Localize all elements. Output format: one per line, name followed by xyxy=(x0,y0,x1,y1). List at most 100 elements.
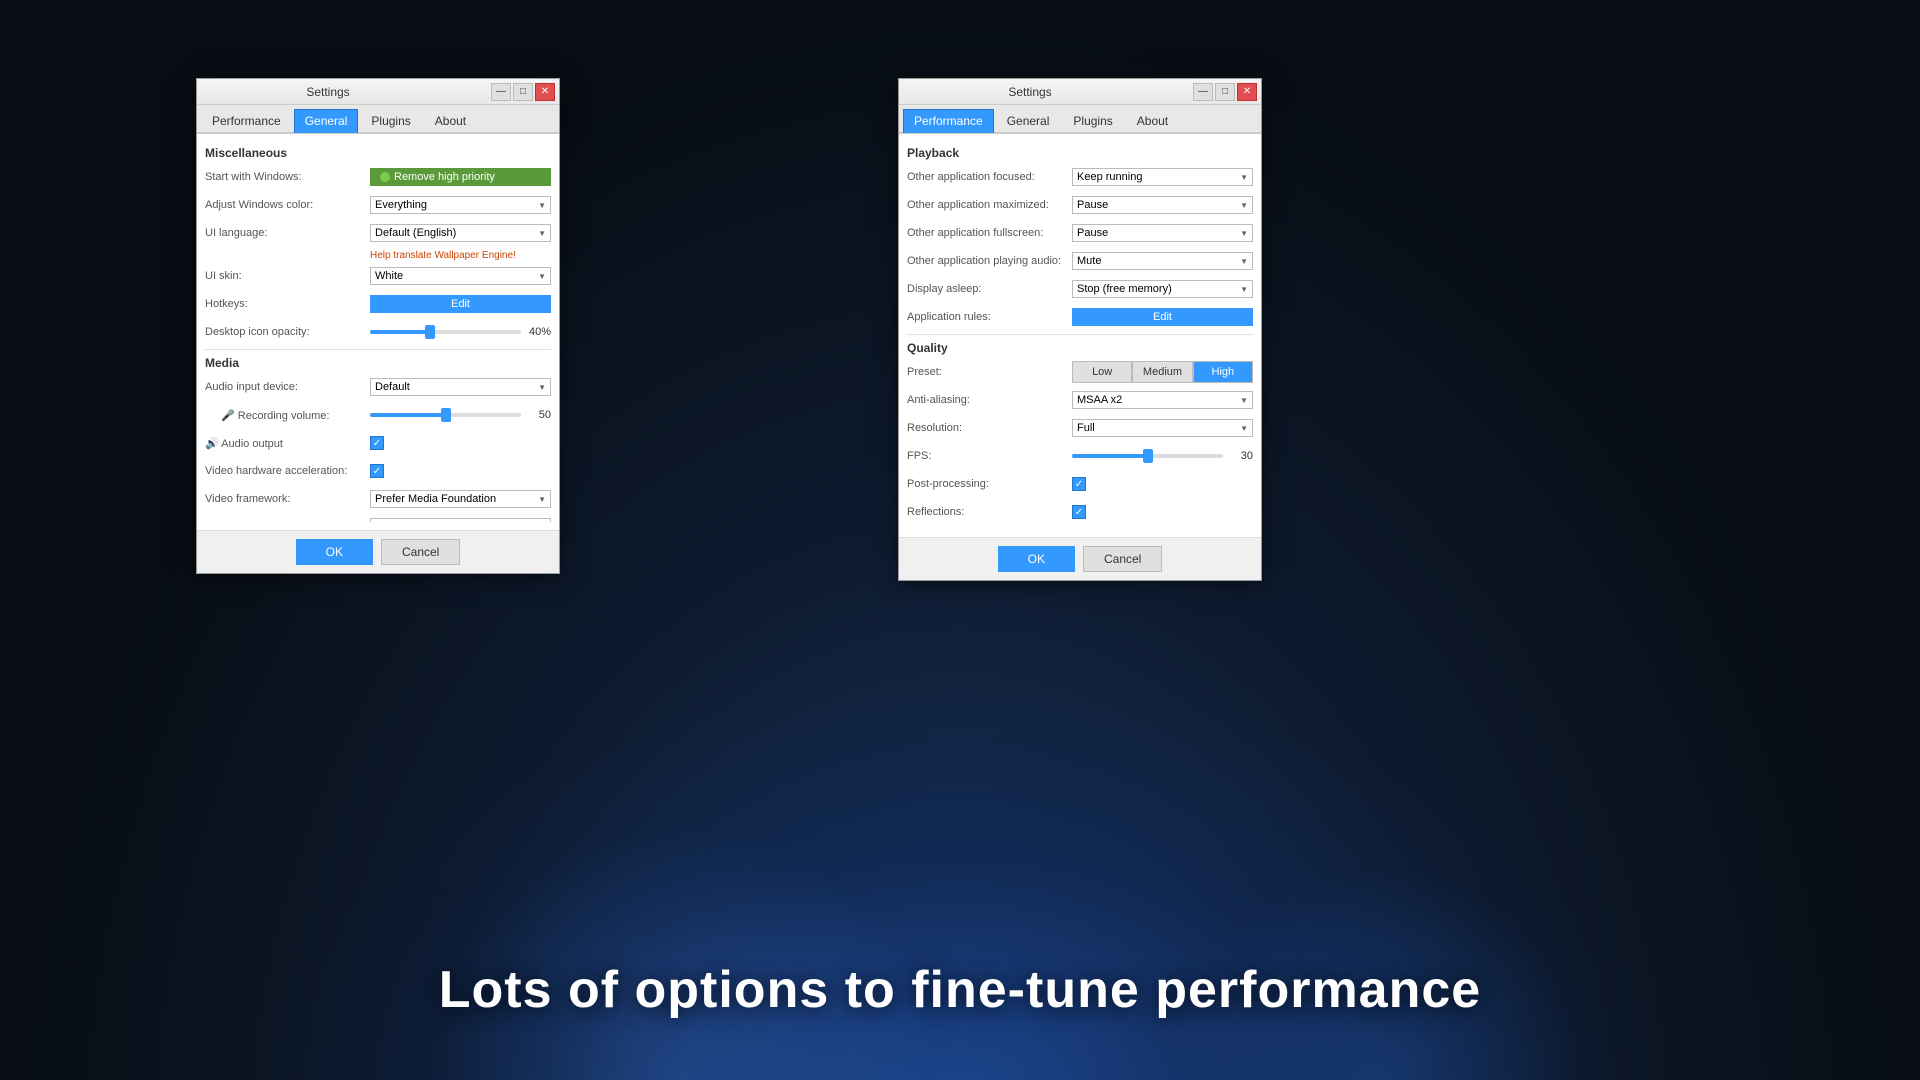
tabs-right: Performance General Plugins About xyxy=(899,105,1261,133)
video-framework-dropdown[interactable]: Prefer Media Foundation ▼ xyxy=(370,490,551,508)
row-preset: Preset: Low Medium High xyxy=(907,361,1253,383)
label-preset: Preset: xyxy=(907,366,1072,378)
preset-button-group: Low Medium High xyxy=(1072,361,1253,383)
row-other-audio: Other application playing audio: Mute ▼ xyxy=(907,250,1253,272)
audio-input-arrow-icon: ▼ xyxy=(538,383,546,392)
other-focused-arrow-icon: ▼ xyxy=(1240,173,1248,182)
ui-language-dropdown[interactable]: Default (English) ▼ xyxy=(370,224,551,242)
row-desktop-opacity: Desktop icon opacity: 40% xyxy=(205,321,551,343)
minimize-button-right[interactable]: — xyxy=(1193,83,1213,101)
cancel-button-left[interactable]: Cancel xyxy=(381,539,460,565)
cancel-button-right[interactable]: Cancel xyxy=(1083,546,1162,572)
other-fullscreen-value: Pause xyxy=(1077,227,1108,239)
tab-performance-right[interactable]: Performance xyxy=(903,109,994,133)
label-other-fullscreen: Other application fullscreen: xyxy=(907,227,1072,239)
close-button-right[interactable]: ✕ xyxy=(1237,83,1257,101)
other-audio-value: Mute xyxy=(1077,255,1101,267)
row-other-fullscreen: Other application fullscreen: Pause ▼ xyxy=(907,222,1253,244)
row-anti-aliasing: Anti-aliasing: MSAA x2 ▼ xyxy=(907,389,1253,411)
scroll-area-left: Miscellaneous Start with Windows: Remove… xyxy=(205,142,551,522)
desktop-opacity-thumb[interactable] xyxy=(425,325,435,339)
row-app-rules: Application rules: Edit xyxy=(907,306,1253,328)
tab-general-right[interactable]: General xyxy=(996,109,1061,132)
resolution-dropdown[interactable]: Full ▼ xyxy=(1072,419,1253,437)
tab-about-right[interactable]: About xyxy=(1126,109,1179,132)
row-audio-output: 🔊 Audio output ✓ xyxy=(205,432,551,454)
label-audio-input: Audio input device: xyxy=(205,381,370,393)
hotkeys-edit-button[interactable]: Edit xyxy=(370,295,551,313)
display-asleep-dropdown[interactable]: Stop (free memory) ▼ xyxy=(1072,280,1253,298)
preset-high-button[interactable]: High xyxy=(1193,361,1253,383)
maximize-button-right[interactable]: □ xyxy=(1215,83,1235,101)
label-app-rules: Application rules: xyxy=(907,311,1072,323)
tab-plugins-left[interactable]: Plugins xyxy=(360,109,421,132)
label-other-audio: Other application playing audio: xyxy=(907,255,1072,267)
tab-about-left[interactable]: About xyxy=(424,109,477,132)
other-fullscreen-arrow-icon: ▼ xyxy=(1240,229,1248,238)
label-hotkeys: Hotkeys: xyxy=(205,298,370,310)
tab-plugins-right[interactable]: Plugins xyxy=(1062,109,1123,132)
maximize-button-left[interactable]: □ xyxy=(513,83,533,101)
ui-skin-dropdown[interactable]: White ▼ xyxy=(370,267,551,285)
close-button-left[interactable]: ✕ xyxy=(535,83,555,101)
fps-thumb[interactable] xyxy=(1143,449,1153,463)
other-fullscreen-dropdown[interactable]: Pause ▼ xyxy=(1072,224,1253,242)
fps-fill xyxy=(1072,454,1148,458)
row-ui-skin: UI skin: White ▼ xyxy=(205,265,551,287)
label-desktop-opacity: Desktop icon opacity: xyxy=(205,326,370,338)
ok-button-left[interactable]: OK xyxy=(296,539,373,565)
tab-general-left[interactable]: General xyxy=(294,109,359,133)
recording-volume-track[interactable] xyxy=(370,413,521,417)
recording-volume-thumb[interactable] xyxy=(441,408,451,422)
row-video-hw: Video hardware acceleration: ✓ xyxy=(205,460,551,482)
help-translate-text[interactable]: Help translate Wallpaper Engine! xyxy=(370,250,551,261)
label-video-framework: Video framework: xyxy=(205,493,370,505)
bottom-tagline: Lots of options to fine-tune performance xyxy=(0,960,1920,1020)
desktop-opacity-value: 40% xyxy=(527,326,551,338)
row-start-windows: Start with Windows: Remove high priority xyxy=(205,166,551,188)
title-bar-left: Settings — □ ✕ xyxy=(197,79,559,105)
section-playback: Playback xyxy=(907,146,1253,160)
audio-input-value: Default xyxy=(375,381,410,393)
label-other-focused: Other application focused: xyxy=(907,171,1072,183)
row-adjust-color: Adjust Windows color: Everything ▼ xyxy=(205,194,551,216)
row-other-maximized: Other application maximized: Pause ▼ xyxy=(907,194,1253,216)
anti-aliasing-value: MSAA x2 xyxy=(1077,394,1122,406)
app-rules-edit-button[interactable]: Edit xyxy=(1072,308,1253,326)
ctrl-start-windows: Remove high priority xyxy=(370,168,551,186)
preset-low-button[interactable]: Low xyxy=(1072,361,1132,383)
ctrl-desktop-opacity: 40% xyxy=(370,326,551,338)
ctrl-resolution: Full ▼ xyxy=(1072,419,1253,437)
ctrl-anti-aliasing: MSAA x2 ▼ xyxy=(1072,391,1253,409)
reflections-checkbox[interactable]: ✓ xyxy=(1072,505,1086,519)
other-maximized-dropdown[interactable]: Pause ▼ xyxy=(1072,196,1253,214)
anti-aliasing-dropdown[interactable]: MSAA x2 ▼ xyxy=(1072,391,1253,409)
audio-input-dropdown[interactable]: Default ▼ xyxy=(370,378,551,396)
green-dot-icon xyxy=(380,172,390,182)
ctrl-app-rules: Edit xyxy=(1072,308,1253,326)
post-processing-checkbox[interactable]: ✓ xyxy=(1072,477,1086,491)
video-loading-dropdown[interactable]: From disk ▼ xyxy=(370,518,551,522)
display-asleep-value: Stop (free memory) xyxy=(1077,283,1172,295)
preset-medium-button[interactable]: Medium xyxy=(1132,361,1192,383)
settings-window-right: Settings — □ ✕ Performance General Plugi… xyxy=(898,78,1262,581)
start-windows-button[interactable]: Remove high priority xyxy=(370,168,551,186)
other-audio-dropdown[interactable]: Mute ▼ xyxy=(1072,252,1253,270)
other-focused-dropdown[interactable]: Keep running ▼ xyxy=(1072,168,1253,186)
divider-playback-quality xyxy=(907,334,1253,335)
label-ui-skin: UI skin: xyxy=(205,270,370,282)
audio-output-checkbox[interactable]: ✓ xyxy=(370,436,384,450)
label-display-asleep: Display asleep: xyxy=(907,283,1072,295)
ctrl-video-loading: From disk ▼ xyxy=(370,518,551,522)
ok-button-right[interactable]: OK xyxy=(998,546,1075,572)
desktop-opacity-track[interactable] xyxy=(370,330,521,334)
other-focused-value: Keep running xyxy=(1077,171,1142,183)
tab-performance-left[interactable]: Performance xyxy=(201,109,292,132)
minimize-button-left[interactable]: — xyxy=(491,83,511,101)
fps-value: 30 xyxy=(1229,450,1253,462)
adjust-color-dropdown[interactable]: Everything ▼ xyxy=(370,196,551,214)
title-controls-left: — □ ✕ xyxy=(491,83,555,101)
video-hw-checkbox[interactable]: ✓ xyxy=(370,464,384,478)
fps-track[interactable] xyxy=(1072,454,1223,458)
recording-volume-value: 50 xyxy=(527,409,551,421)
